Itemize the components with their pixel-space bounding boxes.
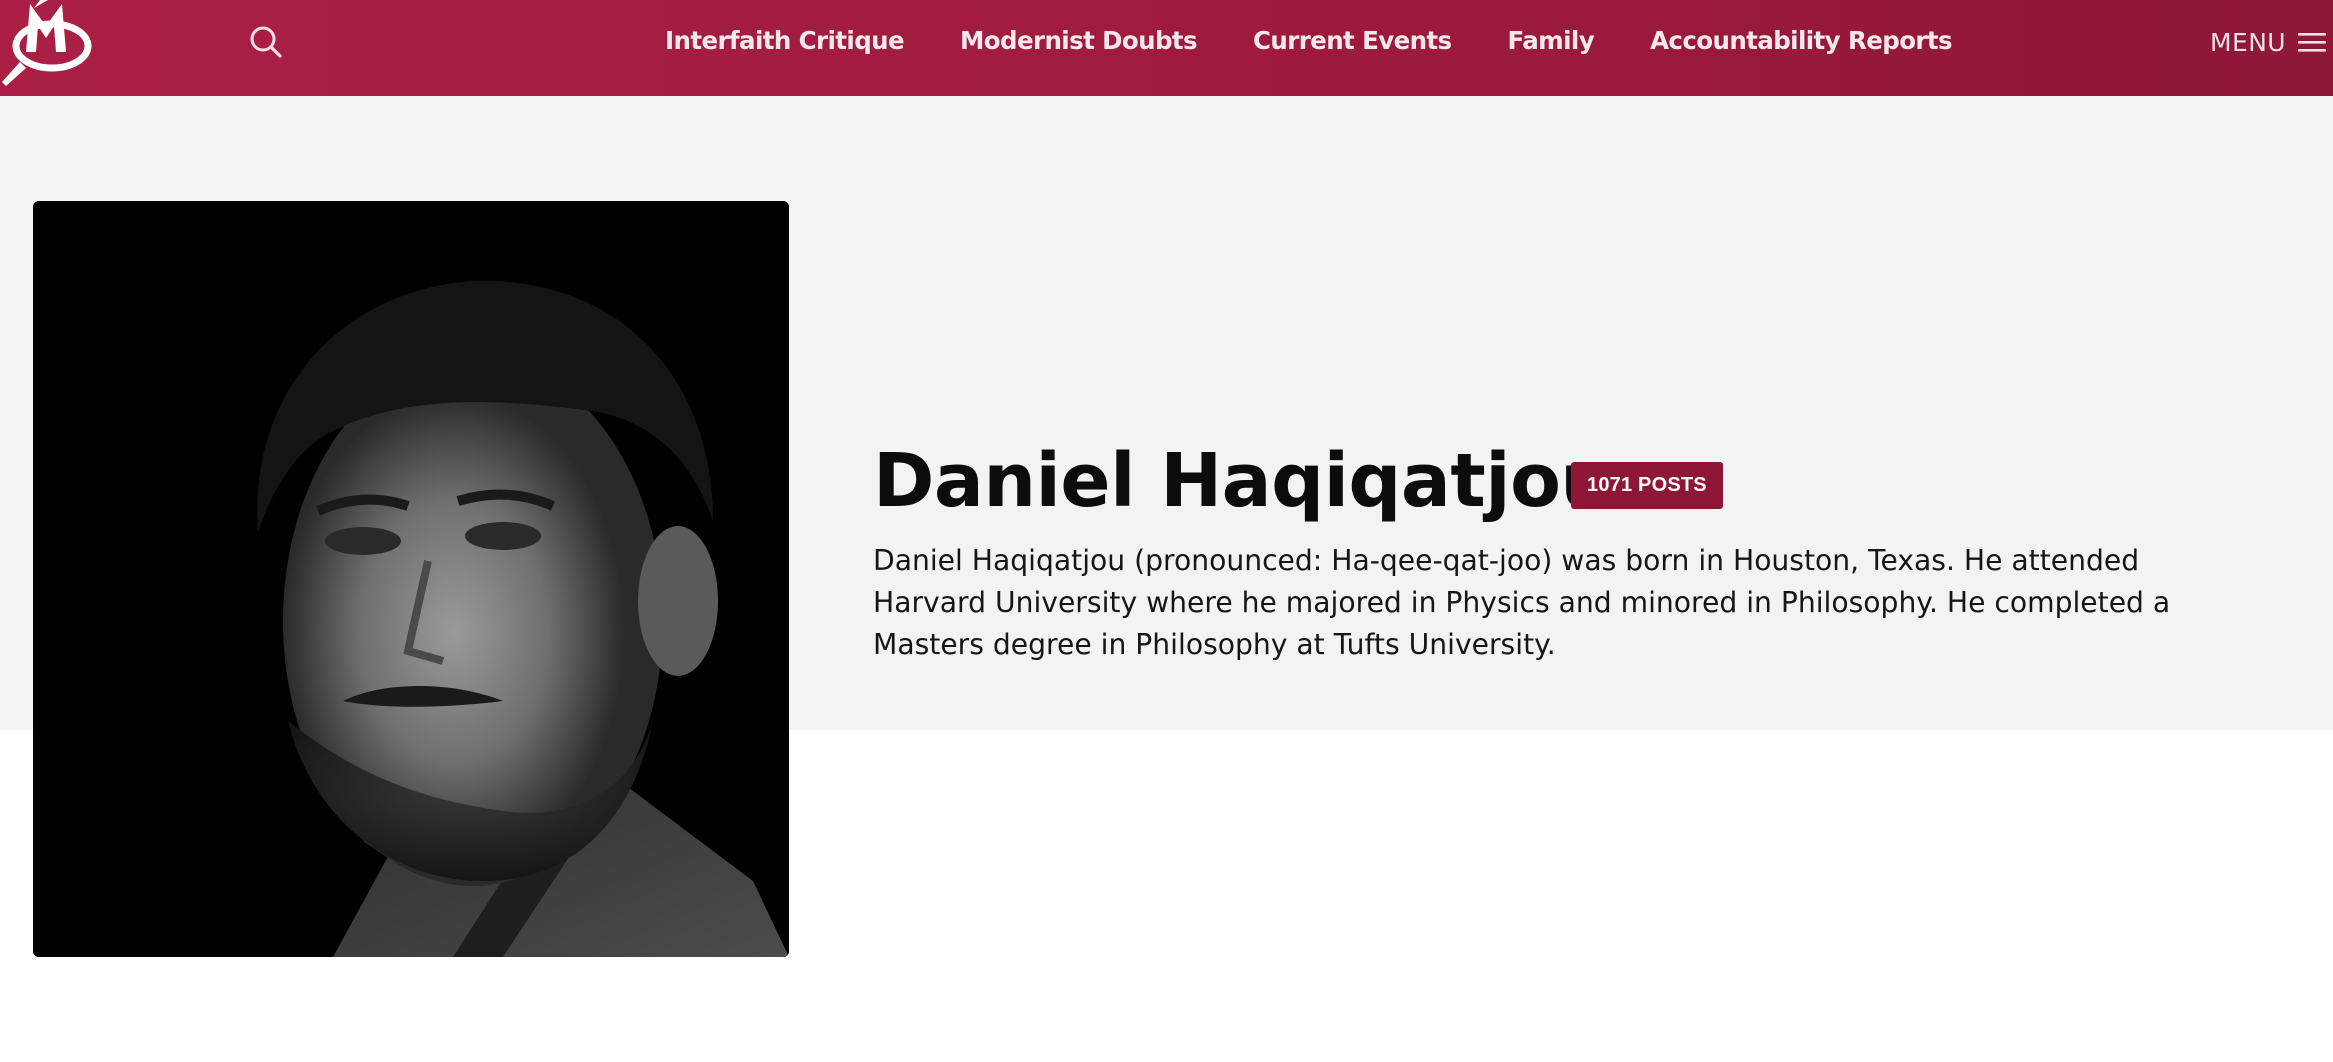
nav-item-current-events[interactable]: Current Events [1253, 26, 1452, 55]
site-logo-magnifier-icon [2, 0, 92, 86]
nav-item-modernist-doubts[interactable]: Modernist Doubts [960, 26, 1198, 55]
nav-item-accountability-reports[interactable]: Accountability Reports [1650, 26, 1953, 55]
author-bio: Daniel Haqiqatjou (pronounced: Ha-qee-qa… [873, 544, 2171, 661]
search-icon [250, 26, 282, 58]
post-count-badge[interactable]: 1071 POSTS [1571, 462, 1723, 509]
main-nav: Interfaith Critique Modernist Doubts Cur… [665, 0, 2008, 80]
nav-item-interfaith-critique[interactable]: Interfaith Critique [665, 26, 905, 55]
author-portrait-image [33, 201, 789, 957]
nav-item-family[interactable]: Family [1508, 26, 1595, 55]
site-header: Interfaith Critique Modernist Doubts Cur… [0, 0, 2333, 96]
menu-label: MENU [2210, 27, 2286, 57]
author-name: Daniel Haqiqatjou [873, 438, 1613, 524]
hamburger-icon [2298, 33, 2326, 52]
search-button[interactable] [246, 22, 286, 62]
menu-button[interactable]: MENU [2210, 22, 2328, 62]
site-logo[interactable] [0, 0, 92, 90]
author-photo [33, 201, 789, 957]
